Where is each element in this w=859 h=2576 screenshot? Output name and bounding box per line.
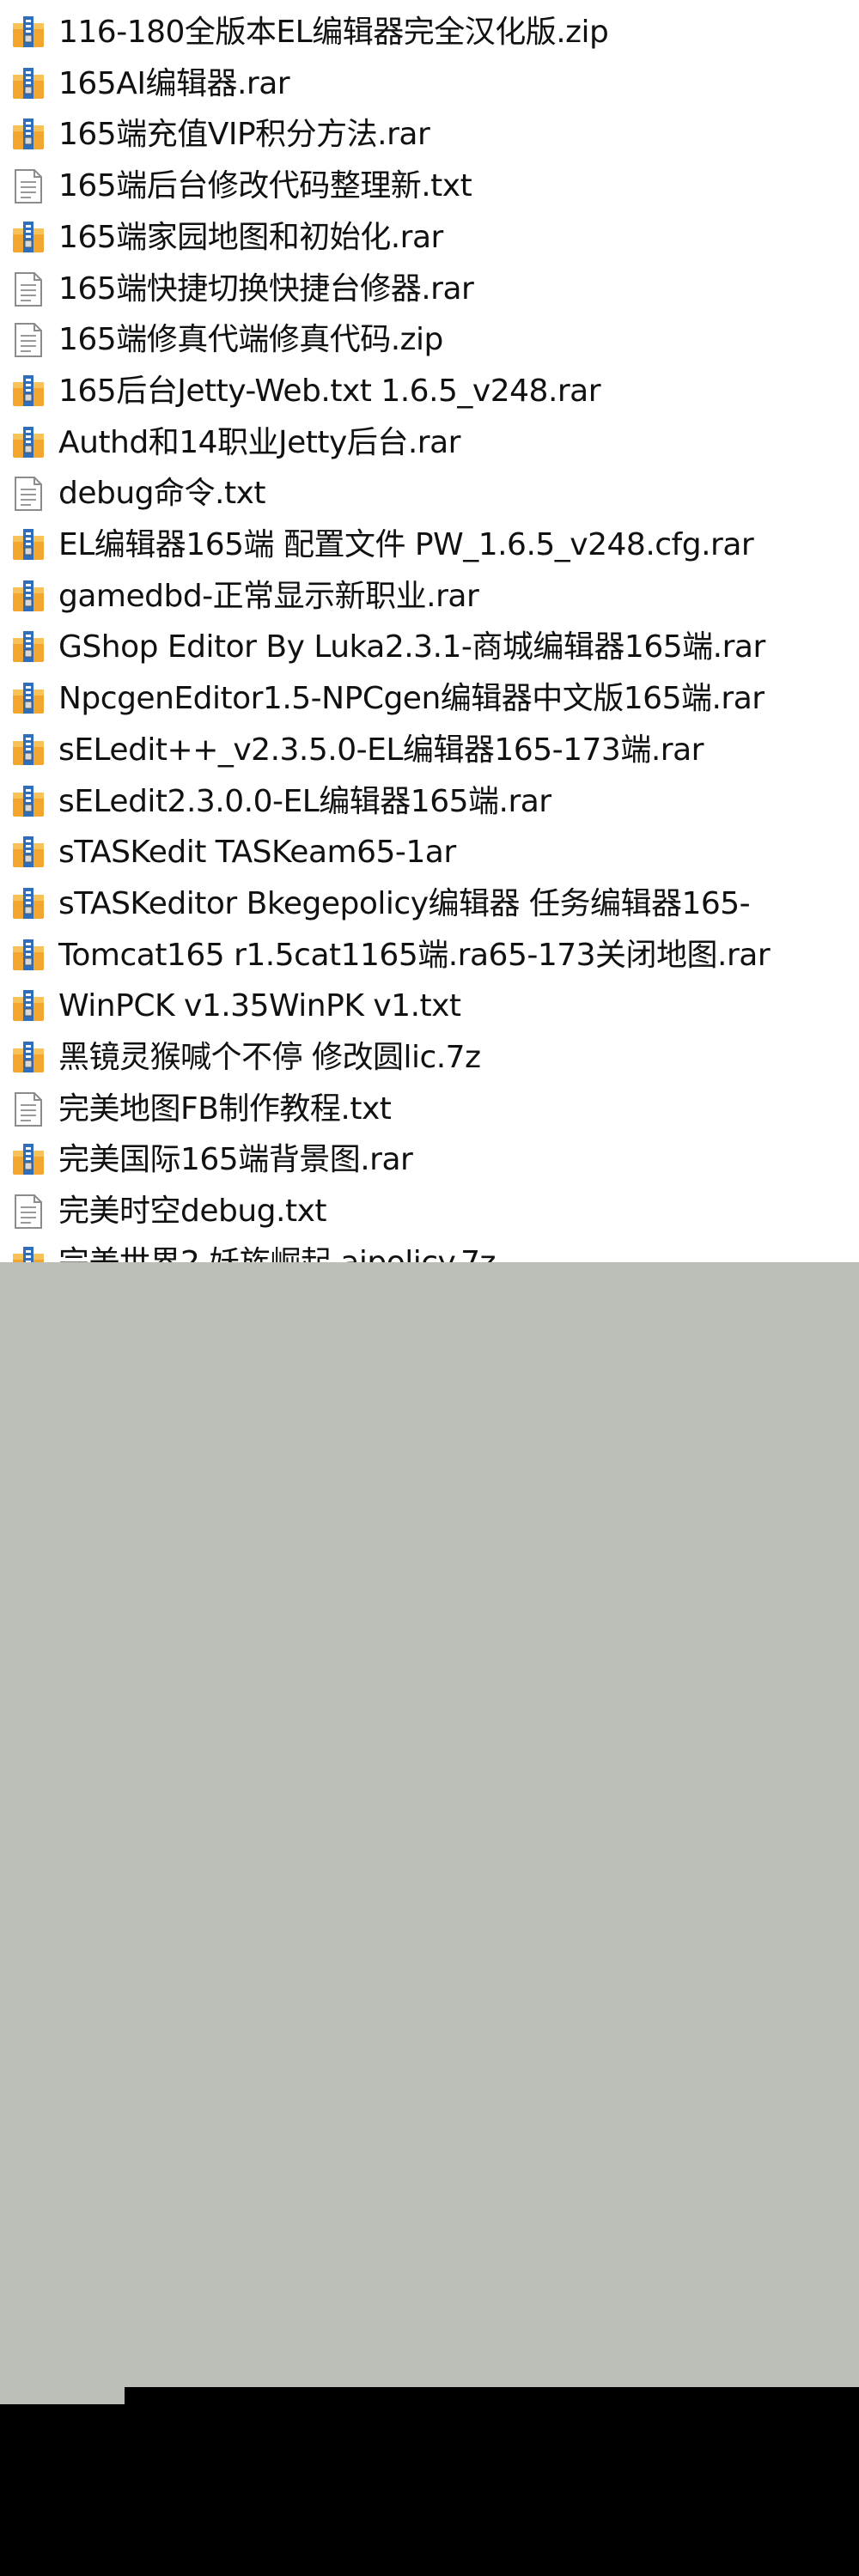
- file-name: WinPCK v1.35WinPK v1.txt: [58, 987, 461, 1024]
- file-name: 完美世界2 妖族崛起 aipolicy.7z: [58, 1244, 496, 1263]
- archive-icon: [8, 1140, 49, 1180]
- archive-icon: [8, 679, 49, 719]
- file-row[interactable]: 完美国际165端背景图.rar: [0, 1134, 859, 1185]
- file-row[interactable]: 完美世界2 妖族崛起 aipolicy.7z: [0, 1237, 859, 1262]
- file-list: 116-180全版本EL编辑器完全汉化版.zip 165AI编辑器.rar 165端…: [0, 0, 859, 1262]
- archive-icon: [8, 782, 49, 822]
- file-row[interactable]: 116-180全版本EL编辑器完全汉化版.zip: [0, 7, 859, 58]
- file-name: sELedit2.3.0.0-EL编辑器165端.rar: [58, 783, 551, 819]
- file-name: EL编辑器165端 配置文件 PW_1.6.5_v248.cfg.rar: [58, 526, 754, 562]
- archive-icon: [8, 884, 49, 924]
- file-row[interactable]: 黑镜灵猴喊个不停 修改圆lic.7z: [0, 1032, 859, 1083]
- text-file-icon: [8, 167, 49, 206]
- file-name: debug命令.txt: [58, 475, 266, 511]
- file-name: 黑镜灵猴喊个不停 修改圆lic.7z: [58, 1039, 481, 1075]
- file-row[interactable]: 165端家园地图和初始化.rar: [0, 212, 859, 263]
- bottom-bar: [0, 2404, 859, 2576]
- file-row[interactable]: sELedit++_v2.3.5.0-EL编辑器165-173端.rar: [0, 725, 859, 775]
- archive-icon: [8, 936, 49, 975]
- text-file-icon: [8, 1192, 49, 1231]
- panel-notch: [0, 2387, 125, 2404]
- file-row[interactable]: 165端充值VIP积分方法.rar: [0, 109, 859, 160]
- file-name: 165端修真代端修真代码.zip: [58, 321, 443, 357]
- file-row[interactable]: 165端修真代端修真代码.zip: [0, 314, 859, 365]
- file-name: 165端充值VIP积分方法.rar: [58, 116, 430, 152]
- file-name: 116-180全版本EL编辑器完全汉化版.zip: [58, 14, 609, 50]
- file-row[interactable]: sTASKedit TASKeam65-1ar: [0, 827, 859, 878]
- file-row[interactable]: 完美时空debug.txt: [0, 1186, 859, 1236]
- archive-icon: [8, 833, 49, 872]
- file-name: 完美国际165端背景图.rar: [58, 1141, 413, 1177]
- archive-icon: [8, 64, 49, 104]
- file-name: 165端家园地图和初始化.rar: [58, 219, 443, 255]
- file-row[interactable]: gamedbd-正常显示新职业.rar: [0, 571, 859, 622]
- file-row[interactable]: 165端快捷切换快捷台修器.rar: [0, 264, 859, 314]
- archive-icon: [8, 115, 49, 155]
- file-row[interactable]: Tomcat165 r1.5cat1165端.ra65-173关闭地图.rar: [0, 930, 859, 981]
- file-name: Tomcat165 r1.5cat1165端.ra65-173关闭地图.rar: [58, 937, 771, 973]
- file-row[interactable]: debug命令.txt: [0, 468, 859, 519]
- text-file-icon: [8, 1090, 49, 1129]
- archive-icon: [8, 1243, 49, 1262]
- file-name: 完美时空debug.txt: [58, 1193, 327, 1229]
- archive-icon: [8, 731, 49, 770]
- file-name: sTASKeditor Bkegepolicy编辑器 任务编辑器165-: [58, 885, 751, 921]
- archive-icon: [8, 218, 49, 258]
- file-name: Authd和14职业Jetty后台.rar: [58, 424, 460, 460]
- empty-panel: [0, 1262, 859, 2387]
- file-row[interactable]: WinPCK v1.35WinPK v1.txt: [0, 981, 859, 1031]
- file-row[interactable]: NpcgenEditor1.5-NPCgen编辑器中文版165端.rar: [0, 673, 859, 724]
- file-name: GShop Editor By Luka2.3.1-商城编辑器165端.rar: [58, 629, 765, 665]
- text-file-icon: [8, 474, 49, 513]
- file-name: NpcgenEditor1.5-NPCgen编辑器中文版165端.rar: [58, 680, 765, 716]
- file-name: 完美地图FB制作教程.txt: [58, 1091, 392, 1127]
- file-row[interactable]: sELedit2.3.0.0-EL编辑器165端.rar: [0, 776, 859, 827]
- archive-icon: [8, 526, 49, 565]
- file-name: sELedit++_v2.3.5.0-EL编辑器165-173端.rar: [58, 732, 704, 768]
- file-row[interactable]: Authd和14职业Jetty后台.rar: [0, 417, 859, 468]
- file-row[interactable]: 完美地图FB制作教程.txt: [0, 1084, 859, 1134]
- archive-icon: [8, 13, 49, 52]
- archive-icon: [8, 577, 49, 617]
- file-name: gamedbd-正常显示新职业.rar: [58, 578, 479, 614]
- archive-icon: [8, 628, 49, 667]
- archive-icon: [8, 1038, 49, 1078]
- file-row[interactable]: 165后台Jetty-Web.txt 1.6.5_v248.rar: [0, 366, 859, 416]
- archive-icon: [8, 423, 49, 463]
- file-row[interactable]: 165端后台修改代码整理新.txt: [0, 161, 859, 211]
- file-row[interactable]: EL编辑器165端 配置文件 PW_1.6.5_v248.cfg.rar: [0, 519, 859, 570]
- text-file-icon: [8, 270, 49, 309]
- archive-icon: [8, 987, 49, 1026]
- file-name: sTASKedit TASKeam65-1ar: [58, 834, 456, 870]
- file-name: 165后台Jetty-Web.txt 1.6.5_v248.rar: [58, 373, 601, 409]
- text-file-icon: [8, 320, 49, 360]
- file-name: 165AI编辑器.rar: [58, 65, 290, 101]
- archive-icon: [8, 372, 49, 411]
- file-row[interactable]: 165AI编辑器.rar: [0, 58, 859, 109]
- file-row[interactable]: GShop Editor By Luka2.3.1-商城编辑器165端.rar: [0, 622, 859, 672]
- file-name: 165端后台修改代码整理新.txt: [58, 167, 472, 204]
- file-name: 165端快捷切换快捷台修器.rar: [58, 270, 474, 307]
- file-row[interactable]: sTASKeditor Bkegepolicy编辑器 任务编辑器165-: [0, 878, 859, 929]
